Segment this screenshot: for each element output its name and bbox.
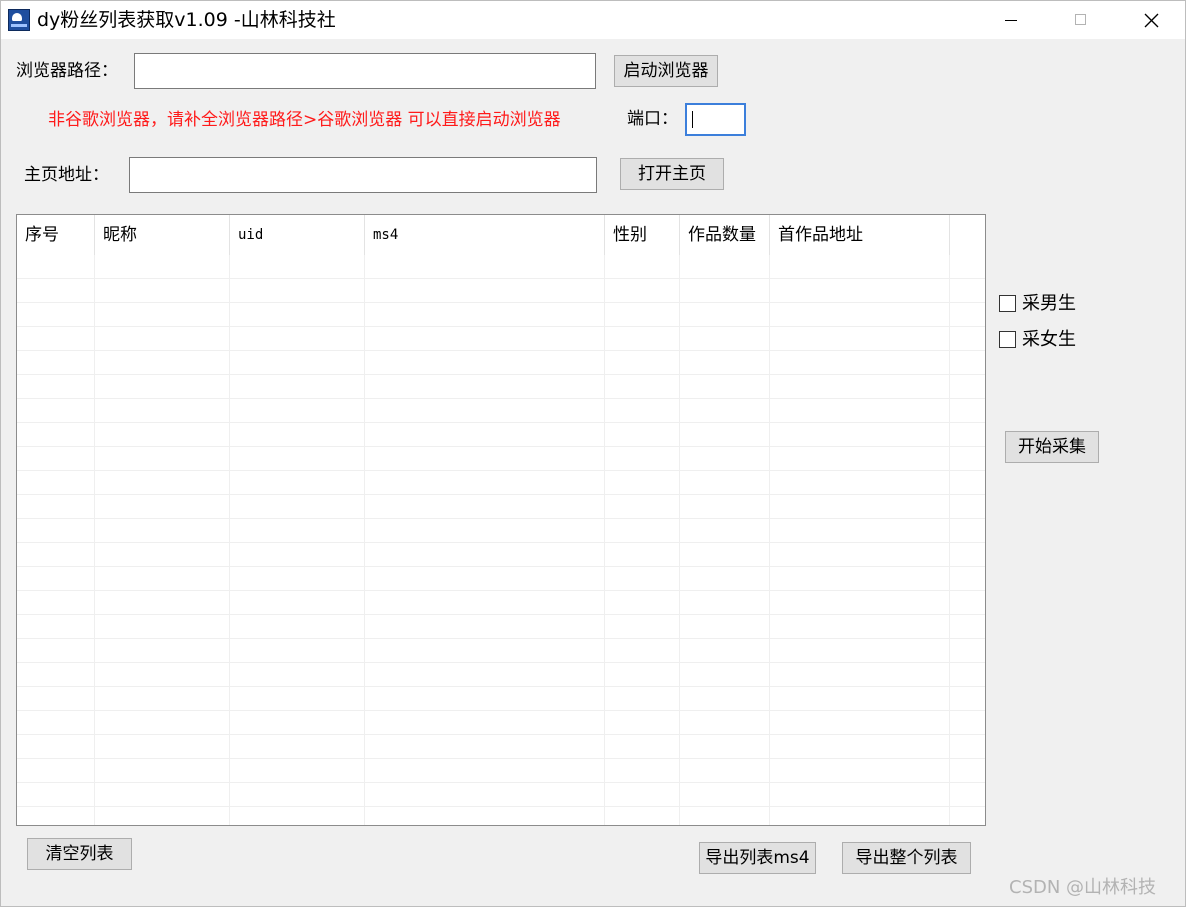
browser-path-field[interactable] [134,53,596,89]
export-all-button[interactable]: 导出整个列表 [842,842,971,874]
table-row[interactable] [17,423,985,447]
clear-list-button[interactable]: 清空列表 [27,838,132,870]
close-button[interactable] [1116,1,1186,39]
browser-note: 非谷歌浏览器，请补全浏览器路径>谷歌浏览器 可以直接启动浏览器 [48,110,561,130]
port-field[interactable] [685,103,746,136]
table-row[interactable] [17,495,985,519]
column-header-nickname[interactable]: 昵称 [95,215,230,255]
table-row[interactable] [17,375,985,399]
table-row[interactable] [17,783,985,807]
open-homepage-button[interactable]: 打开主页 [620,158,724,190]
table-body [17,255,985,825]
table-row[interactable] [17,735,985,759]
start-collect-button[interactable]: 开始采集 [1005,431,1099,463]
text-caret [692,111,693,128]
port-label: 端口： [627,109,678,129]
app-logo-icon [8,9,30,31]
table-row[interactable] [17,543,985,567]
table-row[interactable] [17,639,985,663]
table-row[interactable] [17,279,985,303]
collect-female-label: 采女生 [1022,329,1076,350]
window-title: dy粉丝列表获取v1.09 -山林科技社 [37,9,336,31]
table-row[interactable] [17,807,985,825]
watermark: CSDN @山林科技 [1009,877,1157,898]
maximize-button[interactable] [1046,1,1116,39]
table-row[interactable] [17,759,985,783]
checkbox-box[interactable] [999,295,1016,312]
table-row[interactable] [17,687,985,711]
collect-male-label: 采男生 [1022,293,1076,314]
column-header-gender[interactable]: 性别 [605,215,680,255]
app-window: dy粉丝列表获取v1.09 -山林科技社 浏览器路径： 启动浏览器 非谷歌浏览器… [0,0,1186,907]
table-row[interactable] [17,351,985,375]
column-header-index[interactable]: 序号 [17,215,95,255]
table-row[interactable] [17,591,985,615]
table-row[interactable] [17,327,985,351]
fans-table[interactable]: 序号 昵称 uid ms4 性别 作品数量 首作品地址 [16,214,986,826]
column-header-uid[interactable]: uid [230,215,365,255]
export-ms4-button[interactable]: 导出列表ms4 [699,842,816,874]
column-header-first-work-url[interactable]: 首作品地址 [770,215,950,255]
table-row[interactable] [17,447,985,471]
launch-browser-button[interactable]: 启动浏览器 [614,55,718,87]
table-header: 序号 昵称 uid ms4 性别 作品数量 首作品地址 [17,215,985,255]
title-bar[interactable]: dy粉丝列表获取v1.09 -山林科技社 [1,1,1185,39]
homepage-label: 主页地址： [24,165,109,185]
close-icon [1144,13,1159,28]
table-row[interactable] [17,519,985,543]
table-row[interactable] [17,399,985,423]
minimize-button[interactable] [976,1,1046,39]
table-row[interactable] [17,471,985,495]
table-row[interactable] [17,615,985,639]
homepage-field[interactable] [129,157,597,193]
column-header-work-count[interactable]: 作品数量 [680,215,770,255]
browser-path-label: 浏览器路径： [16,61,118,81]
table-row[interactable] [17,255,985,279]
checkbox-box[interactable] [999,331,1016,348]
column-header-ms4[interactable]: ms4 [365,215,605,255]
table-row[interactable] [17,303,985,327]
table-row[interactable] [17,663,985,687]
table-row[interactable] [17,711,985,735]
homepage-input[interactable] [130,158,596,192]
table-row[interactable] [17,567,985,591]
browser-path-input[interactable] [135,54,595,88]
port-input[interactable] [687,105,744,134]
